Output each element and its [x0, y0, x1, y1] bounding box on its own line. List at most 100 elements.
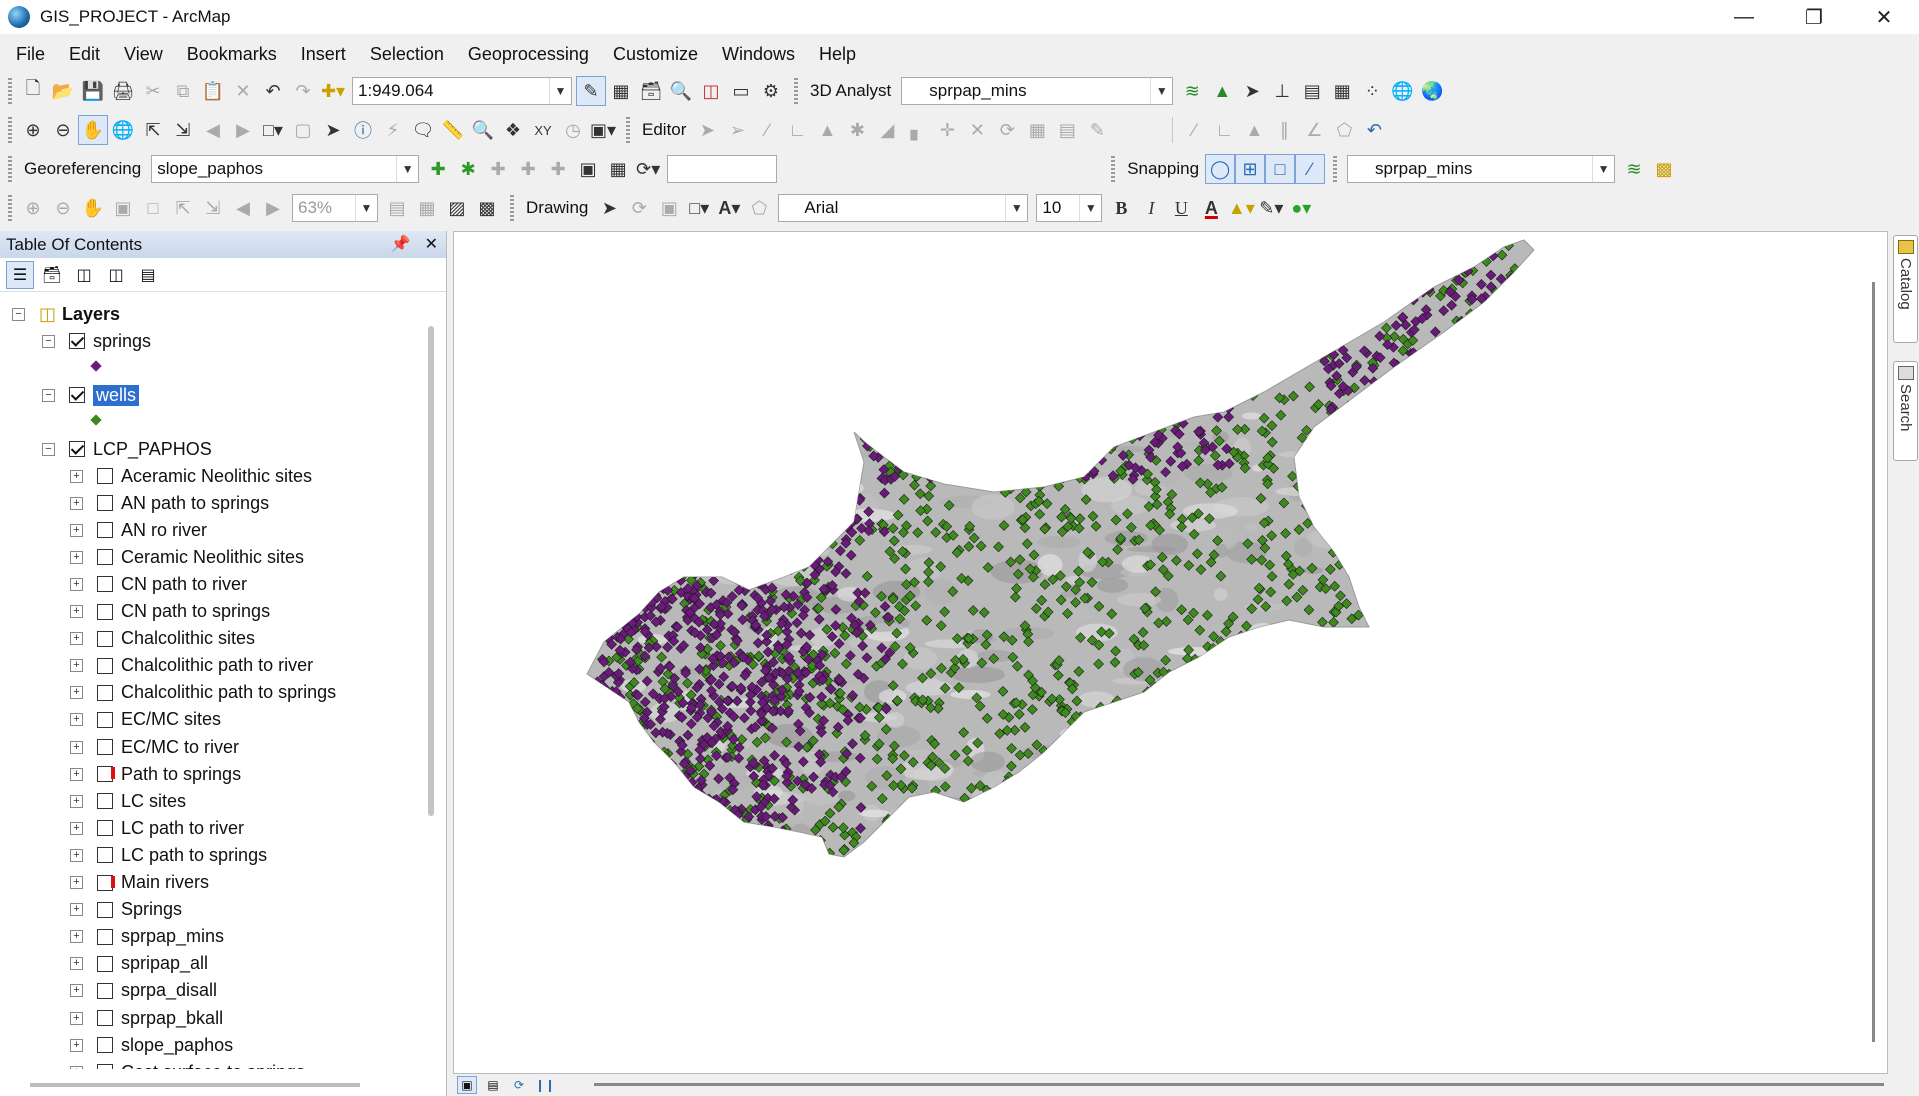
well-point[interactable]	[982, 815, 994, 827]
well-point[interactable]	[969, 355, 981, 367]
well-point[interactable]	[617, 239, 629, 250]
well-point[interactable]	[873, 370, 885, 382]
spring-point[interactable]	[608, 530, 620, 542]
well-point[interactable]	[752, 322, 764, 334]
well-point[interactable]	[1232, 804, 1244, 816]
well-point[interactable]	[769, 405, 781, 417]
well-point[interactable]	[1157, 315, 1169, 326]
well-point[interactable]	[1513, 713, 1525, 725]
well-point[interactable]	[770, 500, 782, 512]
spring-point[interactable]	[1061, 411, 1073, 423]
well-point[interactable]	[1423, 743, 1435, 755]
well-point[interactable]	[938, 285, 950, 296]
well-point[interactable]	[1212, 372, 1224, 384]
well-point[interactable]	[876, 351, 887, 363]
well-point[interactable]	[643, 375, 655, 387]
well-point[interactable]	[702, 371, 714, 383]
well-point[interactable]	[1395, 541, 1407, 553]
well-point[interactable]	[1346, 299, 1358, 311]
well-point[interactable]	[1133, 701, 1144, 713]
well-point[interactable]	[983, 266, 994, 277]
zoom-to-selected-elements-icon[interactable]: ▣	[654, 193, 684, 223]
well-point[interactable]	[1359, 650, 1371, 662]
well-point[interactable]	[772, 292, 783, 304]
spring-point[interactable]	[678, 824, 690, 836]
well-point[interactable]	[1426, 767, 1438, 779]
well-point[interactable]	[1121, 749, 1132, 761]
chevron-down-icon[interactable]: ▼	[396, 156, 418, 182]
well-point[interactable]	[1080, 424, 1092, 436]
well-point[interactable]	[1291, 290, 1303, 301]
parallel-icon[interactable]: ∥	[1269, 115, 1299, 145]
cut-icon[interactable]: ✂	[138, 76, 168, 106]
well-point[interactable]	[1175, 671, 1187, 683]
delete-link-icon[interactable]: ✚	[543, 154, 573, 184]
well-point[interactable]	[887, 245, 899, 257]
spring-point[interactable]	[1490, 317, 1501, 329]
well-point[interactable]	[1189, 245, 1201, 257]
well-point[interactable]	[1291, 833, 1303, 844]
delete-icon[interactable]: ✕	[228, 76, 258, 106]
well-point[interactable]	[955, 816, 967, 828]
well-point[interactable]	[730, 562, 742, 574]
well-point[interactable]	[1397, 713, 1409, 725]
well-point[interactable]	[1479, 245, 1491, 257]
well-point[interactable]	[1312, 331, 1324, 342]
well-point[interactable]	[954, 346, 965, 358]
well-point[interactable]	[1497, 344, 1509, 356]
spring-point[interactable]	[1046, 458, 1058, 470]
well-point[interactable]	[1328, 717, 1340, 729]
well-point[interactable]	[620, 418, 632, 430]
well-point[interactable]	[992, 837, 1004, 849]
edge-snapping-icon[interactable]: ∕	[1295, 154, 1326, 184]
well-point[interactable]	[1377, 721, 1389, 732]
well-point[interactable]	[839, 426, 851, 438]
well-point[interactable]	[1518, 691, 1529, 703]
well-point[interactable]	[1066, 732, 1078, 744]
well-point[interactable]	[816, 519, 828, 531]
well-point[interactable]	[1506, 463, 1518, 474]
visibility-checkbox[interactable]	[97, 847, 113, 864]
spring-point[interactable]	[763, 546, 775, 557]
well-point[interactable]	[1040, 302, 1052, 314]
spring-point[interactable]	[743, 501, 754, 513]
expand-toggle[interactable]: +	[70, 550, 83, 564]
well-point[interactable]	[697, 341, 709, 353]
spring-point[interactable]	[740, 512, 752, 524]
spring-point[interactable]	[764, 491, 776, 503]
well-point[interactable]	[1106, 744, 1118, 756]
spring-point[interactable]	[930, 431, 942, 443]
spring-point[interactable]	[1142, 387, 1154, 399]
spring-point[interactable]	[784, 497, 796, 509]
spring-point[interactable]	[766, 501, 778, 512]
well-point[interactable]	[808, 308, 819, 320]
spring-point[interactable]	[1468, 360, 1480, 371]
edit-tool-icon[interactable]: ➤	[692, 115, 722, 145]
well-point[interactable]	[1454, 448, 1466, 460]
spring-point[interactable]	[1021, 399, 1033, 411]
well-point[interactable]	[809, 236, 821, 247]
well-point[interactable]	[607, 799, 619, 810]
spring-point[interactable]	[731, 505, 743, 517]
spring-point[interactable]	[592, 802, 604, 814]
well-point[interactable]	[1314, 770, 1326, 782]
well-point[interactable]	[1495, 745, 1507, 757]
well-point[interactable]	[809, 526, 821, 538]
well-point[interactable]	[1475, 534, 1487, 546]
well-point[interactable]	[1380, 695, 1392, 706]
well-point[interactable]	[1399, 537, 1411, 548]
toc-horizontal-scrollbar[interactable]	[30, 1083, 360, 1087]
well-point[interactable]	[793, 509, 805, 521]
well-point[interactable]	[788, 338, 800, 350]
well-point[interactable]	[1348, 832, 1360, 843]
well-point[interactable]	[1398, 830, 1410, 842]
well-point[interactable]	[1060, 782, 1072, 793]
well-point[interactable]	[1464, 394, 1476, 405]
well-point[interactable]	[1428, 761, 1439, 772]
collapse-toggle[interactable]: −	[42, 334, 55, 348]
well-point[interactable]	[1114, 359, 1125, 371]
well-point[interactable]	[1221, 708, 1232, 719]
font-color-button[interactable]: A	[1196, 193, 1226, 223]
well-point[interactable]	[1429, 248, 1440, 259]
well-point[interactable]	[945, 411, 956, 423]
